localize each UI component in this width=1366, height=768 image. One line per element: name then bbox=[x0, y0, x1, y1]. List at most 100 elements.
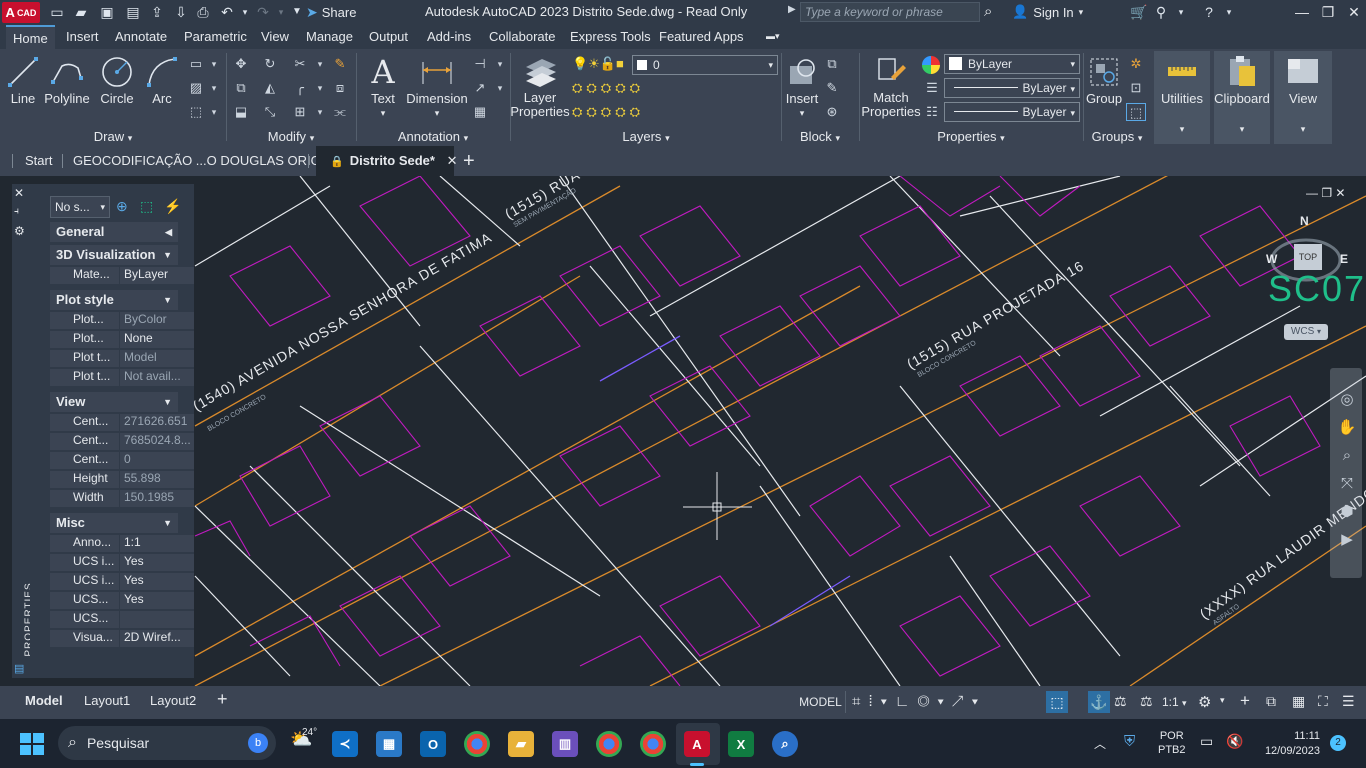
properties-panel-title[interactable]: Properties ▾ bbox=[860, 129, 1082, 145]
stretch-icon[interactable]: ⬓ bbox=[231, 103, 251, 121]
property-row[interactable]: UCS... bbox=[50, 611, 194, 629]
chevron-down-icon[interactable]: ▾ bbox=[310, 103, 330, 121]
property-value[interactable]: 0 bbox=[119, 452, 191, 469]
open-icon[interactable]: ▰ bbox=[72, 3, 90, 21]
property-value[interactable]: Not avail... bbox=[119, 369, 191, 386]
compass-north[interactable]: N bbox=[1300, 214, 1309, 228]
lineweight-dropdown[interactable]: ByLayer ▾ bbox=[944, 78, 1080, 98]
chevron-down-icon[interactable]: ▾ bbox=[490, 55, 510, 73]
property-row[interactable]: Cent... 271626.651 bbox=[50, 414, 194, 432]
close-tab-icon[interactable]: ✕ bbox=[447, 153, 458, 168]
tab-parametric[interactable]: Parametric bbox=[177, 25, 254, 49]
property-row[interactable]: Visua... 2D Wiref... bbox=[50, 630, 194, 648]
leader-icon[interactable]: ⊣ bbox=[470, 55, 490, 73]
text-tool[interactable]: A Text ▾ bbox=[364, 53, 402, 121]
property-value[interactable]: None bbox=[119, 331, 191, 348]
isolate-objects-icon[interactable]: ⧉ bbox=[1266, 693, 1276, 710]
nav-tools[interactable]: ◎ ✋ ⌕ ⤧ ⬢ ▶ bbox=[1336, 386, 1358, 554]
draw-panel-title[interactable]: Draw ▾ bbox=[0, 129, 226, 145]
outlook-icon[interactable]: O bbox=[420, 731, 446, 757]
region-icon[interactable]: ⬚ bbox=[186, 103, 206, 121]
windows-start-icon[interactable] bbox=[20, 733, 44, 755]
autocad-taskbar-icon[interactable]: A bbox=[684, 731, 710, 757]
property-value[interactable]: ByLayer bbox=[119, 267, 191, 284]
taskbar-search[interactable]: ⌕ Pesquisar b bbox=[58, 726, 276, 760]
language-indicator[interactable]: POR PTB2 bbox=[1158, 729, 1186, 757]
utilities-button[interactable]: Utilities ▾ bbox=[1154, 51, 1210, 144]
edit-block-icon[interactable]: ✎ bbox=[822, 79, 842, 97]
arc-tool[interactable]: Arc bbox=[146, 53, 178, 106]
compass-east[interactable]: E bbox=[1340, 252, 1348, 266]
property-row[interactable]: Plot t... Not avail... bbox=[50, 369, 194, 387]
property-row[interactable]: UCS... Yes bbox=[50, 592, 194, 610]
property-value[interactable]: 55.898 bbox=[119, 471, 191, 488]
chrome-profile-icon[interactable] bbox=[596, 731, 622, 757]
create-block-icon[interactable]: ⧉ bbox=[822, 55, 842, 73]
app-icon[interactable]: ▥ bbox=[552, 731, 578, 757]
layer-dropdown[interactable]: 0 ▾ bbox=[632, 55, 778, 75]
multileader-icon[interactable]: ↗ bbox=[470, 79, 490, 97]
clock[interactable]: 11:11 12/09/2023 bbox=[1256, 729, 1320, 759]
property-value[interactable]: Yes bbox=[119, 592, 191, 609]
a360-icon[interactable]: ⚲ bbox=[1152, 3, 1170, 21]
tab-add-ins[interactable]: Add-ins bbox=[420, 25, 478, 49]
group-edit-icon[interactable]: ⊡ bbox=[1126, 79, 1146, 97]
search-expand-icon[interactable]: ▶ bbox=[788, 4, 796, 15]
minimize-icon[interactable]: — bbox=[1290, 3, 1314, 21]
excel-icon[interactable]: X bbox=[728, 731, 754, 757]
tab-layout1[interactable]: Layout1 bbox=[84, 693, 130, 708]
tab-collaborate[interactable]: Collaborate bbox=[482, 25, 563, 49]
compass-west[interactable]: W bbox=[1266, 252, 1277, 266]
search-icon[interactable]: ⌕ bbox=[984, 3, 992, 20]
tab-insert[interactable]: Insert bbox=[59, 25, 106, 49]
block-panel-title[interactable]: Block ▾ bbox=[782, 129, 858, 145]
tab-featured-apps[interactable]: Featured Apps bbox=[652, 25, 751, 49]
line-tool[interactable]: Line bbox=[6, 53, 40, 106]
tab-express-tools[interactable]: Express Tools bbox=[563, 25, 658, 49]
rectangle-icon[interactable]: ▭ bbox=[186, 55, 206, 73]
share-button[interactable]: ➤ Share bbox=[306, 3, 356, 21]
linetype-dropdown[interactable]: ByLayer ▾ bbox=[944, 102, 1080, 122]
insert-block-tool[interactable]: Insert ▾ bbox=[784, 53, 820, 121]
clipboard-button[interactable]: Clipboard ▾ bbox=[1214, 51, 1270, 144]
chevron-down-icon[interactable]: ▾ bbox=[204, 103, 224, 121]
tab-geocodificacao[interactable]: GEOCODIFICAÇÃO ...O DOUGLAS ORIGIN bbox=[73, 146, 334, 176]
customize-qat-icon[interactable]: ▼ bbox=[288, 3, 306, 21]
tab-view[interactable]: View bbox=[254, 25, 296, 49]
quick-select-icon[interactable]: ⚡ bbox=[164, 198, 181, 215]
workspace-gear-icon[interactable]: ⚙ bbox=[1198, 693, 1211, 711]
attribute-icon[interactable]: ⊛ bbox=[822, 103, 842, 121]
tab-home[interactable]: Home bbox=[6, 25, 55, 49]
status-toggles[interactable]: ⌗⁞▾∟◎▾↗▾ bbox=[852, 693, 986, 710]
save-icon[interactable]: ▣ bbox=[98, 3, 116, 21]
property-row[interactable]: Plot t... Model bbox=[50, 350, 194, 368]
help-search-input[interactable]: Type a keyword or phrase bbox=[800, 2, 980, 22]
property-row[interactable]: UCS i... Yes bbox=[50, 554, 194, 572]
file-explorer-icon[interactable]: ▰ bbox=[508, 731, 534, 757]
autohide-icon[interactable]: ⫞ bbox=[14, 206, 19, 217]
property-value[interactable]: Yes bbox=[119, 573, 191, 590]
property-row[interactable]: Cent... 0 bbox=[50, 452, 194, 470]
customization-icon[interactable]: ☰ bbox=[1342, 693, 1355, 710]
save-web-icon[interactable]: ⇩ bbox=[172, 3, 190, 21]
table-icon[interactable]: ▦ bbox=[470, 103, 490, 121]
property-value[interactable]: Model bbox=[119, 350, 191, 367]
chevron-down-icon[interactable]: ▾ bbox=[204, 79, 224, 97]
chevron-down-icon[interactable]: ▾ bbox=[1172, 3, 1190, 21]
linetype-icon[interactable]: ☷ bbox=[922, 103, 942, 121]
viewport-controls[interactable]: — ❐ ✕ bbox=[1306, 186, 1345, 200]
hatch-icon[interactable]: ▨ bbox=[186, 79, 206, 97]
select-objects-icon[interactable]: ⬚ bbox=[140, 198, 153, 215]
circle-tool[interactable]: Circle bbox=[98, 53, 136, 106]
hardware-accel-icon[interactable]: ▦ bbox=[1292, 693, 1305, 710]
undo-dropdown-icon[interactable]: ▾ bbox=[236, 3, 254, 21]
property-section-header[interactable]: Plot style ▼ bbox=[50, 290, 178, 310]
property-section-header[interactable]: View ▼ bbox=[50, 392, 178, 412]
redo-icon[interactable]: ↷ bbox=[254, 3, 272, 21]
layer-tools-row2[interactable]: ⛭⛭⛭⛭⛭ bbox=[572, 104, 644, 120]
group-tool[interactable]: Group bbox=[1086, 53, 1122, 106]
chrome-profile-2-icon[interactable] bbox=[640, 731, 666, 757]
layer-tools-row1[interactable]: ⛭⛭⛭⛭⛭ bbox=[572, 80, 644, 96]
layer-properties-tool[interactable]: Layer Properties bbox=[510, 53, 570, 119]
chrome-icon[interactable] bbox=[464, 731, 490, 757]
